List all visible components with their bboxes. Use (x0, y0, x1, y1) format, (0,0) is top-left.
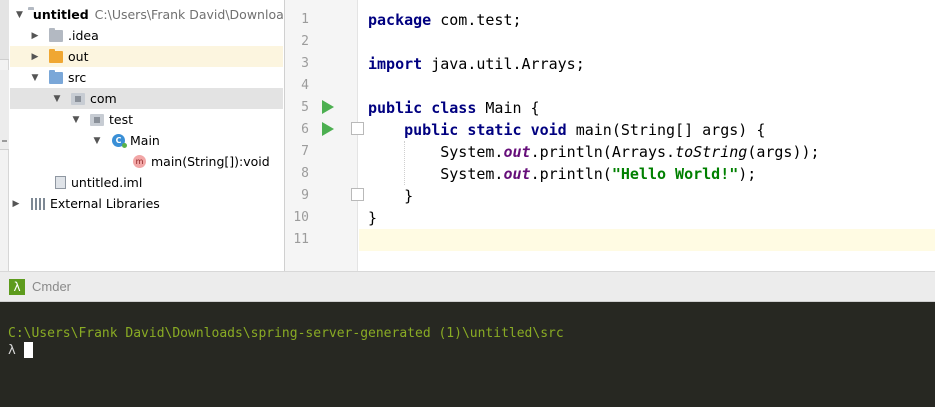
package-icon (71, 92, 85, 105)
tree-row-external-libraries[interactable]: ▶ External Libraries (10, 193, 283, 214)
tree-row-iml[interactable]: untitled.iml (10, 172, 283, 193)
terminal-path-line: C:\Users\Frank David\Downloads\spring-se… (8, 326, 564, 341)
tree-row-src[interactable]: ▼ src (10, 67, 283, 88)
tree-row-main-method[interactable]: m main(String[]):void (10, 151, 283, 172)
folder-icon (49, 48, 63, 63)
tree-row-test[interactable]: ▼ test (10, 109, 283, 130)
tree-root-label: untitled (32, 7, 89, 22)
code-line-10: } (368, 209, 378, 227)
tree-item-label: .idea (68, 28, 99, 43)
tree-row-idea[interactable]: ▶ .idea (10, 25, 283, 46)
terminal-prompt: λ (8, 343, 16, 358)
line-number: 1 (301, 12, 309, 27)
chevron-down-icon[interactable]: ▼ (92, 136, 102, 146)
run-class-icon[interactable] (322, 100, 334, 114)
tree-row-out[interactable]: ▶ out (10, 46, 283, 67)
project-tool-tab[interactable] (0, 0, 9, 60)
code-line-9: } (368, 187, 414, 205)
editor-gutter: 1 2 3 4 5 6 7 8 9 10 11 (285, 0, 364, 271)
tree-item-label: untitled.iml (71, 175, 143, 190)
libraries-icon (31, 197, 45, 210)
tree-item-label: com (90, 91, 117, 106)
fold-icon[interactable] (351, 188, 364, 201)
code-line-1: package com.test; (368, 11, 522, 29)
tree-root-path: C:\Users\Frank David\Downloads (94, 7, 283, 22)
cmder-tab-title[interactable]: Cmder (32, 279, 71, 294)
tree-item-label: test (109, 112, 134, 127)
project-tree-panel: ▼ untitled C:\Users\Frank David\Download… (10, 0, 283, 271)
run-method-icon[interactable] (322, 122, 334, 136)
lambda-icon: λ (9, 278, 25, 295)
tool-window-strip (0, 0, 9, 271)
folder-icon (49, 27, 63, 42)
line-number: 2 (301, 34, 309, 49)
code-editor[interactable]: 1 2 3 4 5 6 7 8 9 10 11 package com.test… (284, 0, 935, 271)
tree-item-label: out (68, 49, 89, 64)
chevron-right-icon[interactable]: ▶ (30, 31, 40, 41)
code-line-8: System.out.println("Hello World!"); (368, 165, 757, 183)
code-line-7: System.out.println(Arrays.toString(args)… (368, 143, 820, 161)
chevron-right-icon[interactable]: ▶ (11, 199, 21, 209)
code-line-3: import java.util.Arrays; (368, 55, 585, 73)
fold-icon[interactable] (351, 122, 364, 135)
tree-item-label: External Libraries (50, 196, 160, 211)
line-number: 11 (293, 232, 309, 247)
code-line-5: public class Main { (368, 99, 540, 117)
chevron-down-icon[interactable]: ▼ (16, 10, 23, 20)
current-line-highlight (359, 229, 935, 251)
line-number: 9 (301, 188, 309, 203)
line-number: 10 (293, 210, 309, 225)
terminal-console[interactable]: C:\Users\Frank David\Downloads\spring-se… (0, 302, 935, 407)
tree-row-root[interactable]: ▼ untitled C:\Users\Frank David\Download… (10, 4, 283, 25)
tree-item-label: Main (130, 133, 160, 148)
terminal-cursor (24, 342, 33, 358)
structure-tool-tab[interactable] (0, 70, 9, 150)
class-icon: C (112, 134, 127, 148)
chevron-down-icon[interactable]: ▼ (30, 73, 40, 83)
code-line-6: public static void main(String[] args) { (404, 121, 766, 139)
line-number: 6 (301, 122, 309, 137)
line-number: 8 (301, 166, 309, 181)
package-icon (90, 113, 104, 126)
cmder-tab-bar[interactable]: λ Cmder (0, 271, 935, 302)
method-icon: m (133, 155, 146, 168)
chevron-down-icon[interactable]: ▼ (52, 94, 62, 104)
strip-mark (2, 140, 7, 142)
line-number: 3 (301, 56, 309, 71)
tree-item-label: main(String[]):void (151, 154, 270, 169)
source-folder-icon (49, 69, 63, 84)
tree-row-com[interactable]: ▼ com (10, 88, 283, 109)
tree-row-main-class[interactable]: ▼ C Main (10, 130, 283, 151)
line-number: 5 (301, 100, 309, 115)
chevron-right-icon[interactable]: ▶ (30, 52, 40, 62)
line-number: 7 (301, 144, 309, 159)
tree-item-label: src (68, 70, 87, 85)
chevron-down-icon[interactable]: ▼ (71, 115, 81, 125)
line-number: 4 (301, 78, 309, 93)
file-icon (55, 176, 66, 189)
